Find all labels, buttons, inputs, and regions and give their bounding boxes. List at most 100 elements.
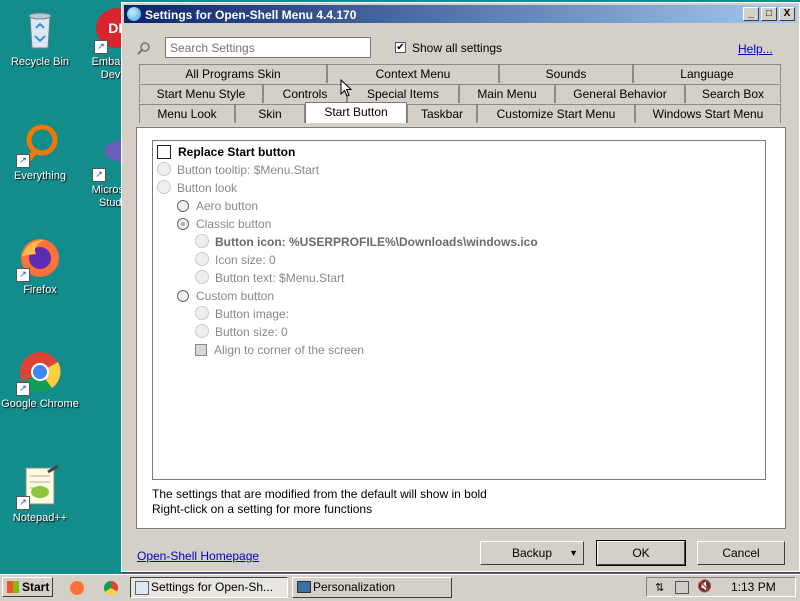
firefox-icon: ↗: [16, 236, 62, 282]
setting-aero-button[interactable]: Aero button: [177, 197, 258, 215]
setting-label: Aero button: [196, 199, 259, 213]
chrome-quicklaunch-icon[interactable]: [104, 581, 118, 595]
setting-align-corner[interactable]: Align to corner of the screen: [195, 341, 364, 359]
setting-label: Button icon: %USERPROFILE%\Downloads\win…: [215, 235, 538, 249]
desktop-icon-label: Notepad++: [12, 512, 68, 524]
setting-label: Icon size: 0: [215, 253, 276, 267]
shortcut-arrow-icon: ↗: [16, 382, 30, 396]
tab-all-programs-skin[interactable]: All Programs Skin: [139, 64, 327, 83]
tab-taskbar[interactable]: Taskbar: [407, 104, 477, 123]
close-button[interactable]: X: [779, 7, 795, 21]
setting-button-icon[interactable]: Button icon: %USERPROFILE%\Downloads\win…: [195, 233, 538, 251]
system-tray: ⇅ 🔇 1:13 PM: [646, 577, 796, 597]
taskbar-item-label: Personalization: [313, 580, 396, 594]
tab-context-menu[interactable]: Context Menu: [327, 64, 499, 83]
desktop-icon-recycle-bin[interactable]: Recycle Bin: [0, 8, 80, 69]
clock[interactable]: 1:13 PM: [731, 580, 776, 594]
mouse-cursor-icon: [340, 79, 352, 97]
setting-button-tooltip[interactable]: Button tooltip: $Menu.Start: [157, 161, 319, 179]
homepage-link[interactable]: Open-Shell Homepage: [137, 549, 259, 563]
aero-button-radio[interactable]: [177, 200, 189, 212]
setting-label: Align to corner of the screen: [214, 343, 365, 357]
desktop-icon-visual-studio[interactable]: ↗ Micros Studi: [80, 136, 124, 210]
shortcut-arrow-icon: ↗: [92, 168, 106, 182]
setting-custom-button[interactable]: Custom button: [177, 287, 274, 305]
search-icon: [137, 42, 150, 55]
replace-start-button-checkbox[interactable]: [157, 145, 171, 159]
desktop-icon-label: Google Chrome: [1, 398, 79, 410]
tab-sounds[interactable]: Sounds: [499, 64, 633, 83]
gear-icon: [157, 162, 171, 176]
setting-replace-start-button[interactable]: Replace Start button: [157, 143, 295, 161]
tab-customize-start-menu[interactable]: Customize Start Menu: [477, 104, 635, 123]
title-bar[interactable]: Settings for Open-Shell Menu 4.4.170 _ □…: [124, 5, 797, 23]
computer-icon[interactable]: [675, 581, 689, 594]
notepadpp-icon: ↗: [16, 464, 62, 510]
tab-menu-look[interactable]: Menu Look: [139, 104, 235, 123]
taskbar-item-label: Settings for Open-Sh...: [151, 580, 274, 594]
gear-icon: [195, 324, 209, 338]
help-link[interactable]: Help...: [738, 42, 773, 56]
shortcut-arrow-icon: ↗: [94, 40, 108, 54]
cancel-button[interactable]: Cancel: [697, 541, 785, 565]
setting-button-text[interactable]: Button text: $Menu.Start: [195, 269, 344, 287]
minimize-button[interactable]: _: [743, 7, 759, 21]
classic-button-radio[interactable]: [177, 218, 189, 230]
tab-special-items[interactable]: Special Items: [347, 84, 459, 103]
network-icon[interactable]: ⇅: [655, 581, 664, 594]
setting-label: Button text: $Menu.Start: [215, 271, 345, 285]
dropdown-arrow-icon: ▼: [569, 548, 578, 558]
desktop-icon-everything[interactable]: ↗ Everything: [0, 122, 80, 183]
setting-icon-size[interactable]: Icon size: 0: [195, 251, 276, 269]
tab-controls[interactable]: Controls: [263, 84, 347, 103]
desktop-icon-embarcadero[interactable]: DE ↗ Embar Dev-: [80, 8, 124, 82]
taskbar-item-personalization[interactable]: Personalization: [292, 577, 452, 598]
volume-muted-icon[interactable]: 🔇: [697, 579, 712, 593]
setting-label: Button image:: [215, 307, 290, 321]
setting-label: Classic button: [196, 217, 272, 231]
backup-button[interactable]: Backup ▼: [480, 541, 584, 565]
setting-button-look[interactable]: Button look: [157, 179, 237, 197]
start-button[interactable]: Start: [2, 577, 53, 597]
ok-button[interactable]: OK: [596, 540, 686, 566]
show-all-settings-label: Show all settings: [412, 41, 503, 55]
desktop-icon-chrome[interactable]: ↗ Google Chrome: [0, 350, 80, 411]
recycle-bin-icon: [18, 8, 62, 52]
tab-search-box[interactable]: Search Box: [685, 84, 781, 103]
desktop-icon-notepadpp[interactable]: ↗ Notepad++: [0, 464, 80, 525]
window-title: Settings for Open-Shell Menu 4.4.170: [145, 8, 357, 22]
setting-label: Button tooltip: $Menu.Start: [177, 163, 320, 177]
desktop-icon-label: Embar Dev-: [91, 56, 124, 81]
desktop-icon-firefox[interactable]: ↗ Firefox: [0, 236, 80, 297]
setting-classic-button[interactable]: Classic button: [177, 215, 271, 233]
align-corner-checkbox[interactable]: [195, 344, 207, 356]
tab-language[interactable]: Language: [633, 64, 781, 83]
desktop-icon-label: Firefox: [23, 284, 57, 296]
setting-label: Button size: 0: [215, 325, 288, 339]
maximize-button[interactable]: □: [761, 7, 777, 21]
search-input[interactable]: [165, 37, 371, 58]
gear-icon: [195, 252, 209, 266]
setting-button-image[interactable]: Button image:: [195, 305, 289, 323]
tab-start-menu-style[interactable]: Start Menu Style: [139, 84, 263, 103]
tab-main-menu[interactable]: Main Menu: [459, 84, 555, 103]
desktop-icon-label: Recycle Bin: [10, 56, 70, 68]
shortcut-arrow-icon: ↗: [16, 268, 30, 282]
gear-icon: [195, 270, 209, 284]
shortcut-arrow-icon: ↗: [16, 496, 30, 510]
backup-label: Backup: [511, 546, 553, 560]
taskbar-item-settings[interactable]: Settings for Open-Sh...: [130, 577, 288, 598]
tab-general-behavior[interactable]: General Behavior: [555, 84, 685, 103]
tab-start-button[interactable]: Start Button: [305, 102, 407, 123]
setting-button-size[interactable]: Button size: 0: [195, 323, 288, 341]
info-text-right-click-hint: Right-click on a setting for more functi…: [152, 502, 373, 516]
tab-skin[interactable]: Skin: [235, 104, 305, 123]
show-all-settings-checkbox[interactable]: ✔: [395, 42, 406, 53]
gear-icon: [195, 234, 209, 248]
visual-studio-icon: ↗: [92, 136, 124, 182]
settings-tree[interactable]: Replace Start button Button tooltip: $Me…: [152, 140, 766, 480]
firefox-quicklaunch-icon[interactable]: [70, 581, 84, 595]
chrome-icon: ↗: [16, 350, 62, 396]
custom-button-radio[interactable]: [177, 290, 189, 302]
tab-windows-start-menu[interactable]: Windows Start Menu: [635, 104, 781, 123]
